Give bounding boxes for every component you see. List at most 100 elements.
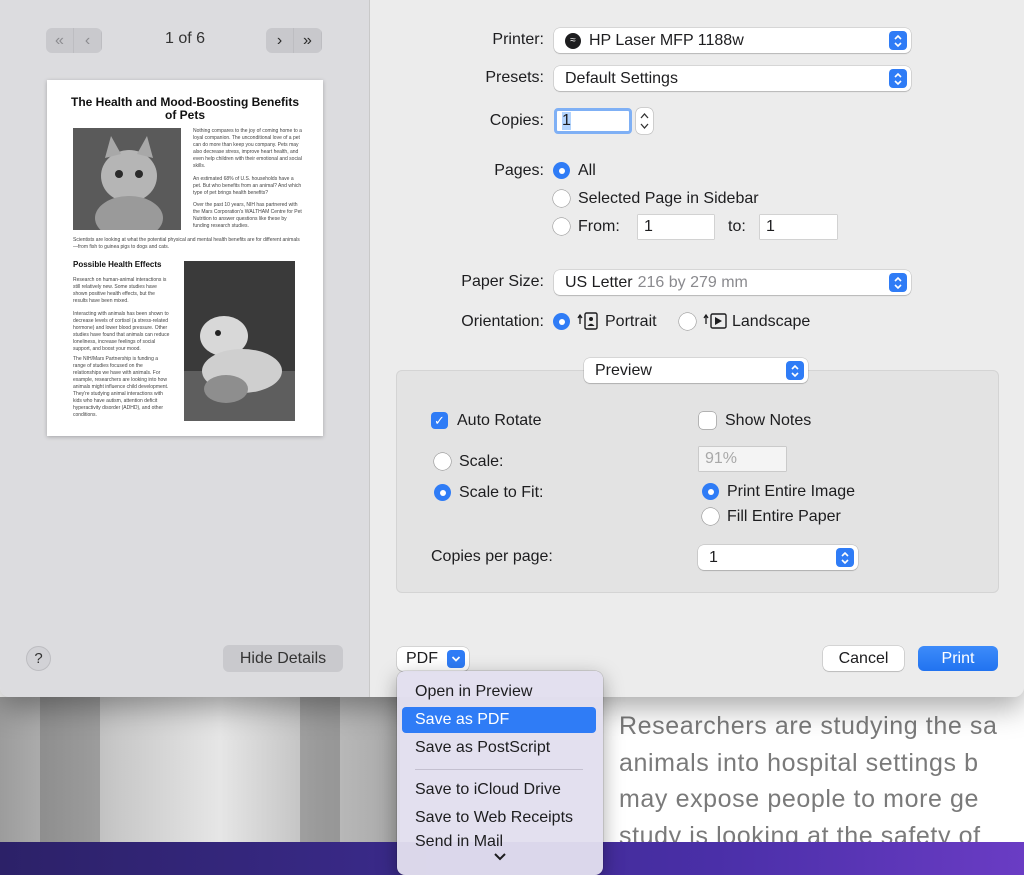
checkmark-icon: ✓ (434, 413, 445, 429)
cancel-button[interactable]: Cancel (823, 646, 904, 671)
pages-to-label: to: (728, 218, 746, 236)
double-chevron-left-icon: « (55, 32, 64, 50)
printer-label: Printer: (430, 31, 544, 49)
page-indicator: 1 of 6 (130, 30, 240, 48)
menu-item-save-as-pdf[interactable]: Save as PDF (402, 707, 596, 733)
chevron-down-icon (447, 650, 465, 668)
chevron-down-icon (493, 851, 507, 861)
page-nav-forward-group: › » (266, 28, 322, 53)
pages-all-radio[interactable] (553, 162, 570, 179)
presets-value: Default Settings (565, 70, 678, 88)
previous-page-button[interactable]: ‹ (74, 28, 102, 53)
first-page-button[interactable]: « (46, 28, 74, 53)
scale-to-fit-radio[interactable] (434, 484, 451, 501)
scroll-down-arrow[interactable] (397, 849, 603, 875)
background-text-line: animals into hospital settings b (619, 745, 1024, 782)
portrait-radio[interactable] (553, 313, 570, 330)
paper-size-label: Paper Size: (420, 273, 544, 291)
up-down-chevron-icon (836, 548, 854, 567)
auto-rotate-checkbox[interactable]: ✓ (431, 412, 448, 429)
preview-intro-text: Nothing compares to the joy of coming ho… (193, 128, 303, 170)
landscape-icon (703, 312, 727, 335)
presets-select[interactable]: Default Settings (554, 66, 911, 91)
orientation-label: Orientation: (420, 313, 544, 331)
page-nav-back-group: « ‹ (46, 28, 102, 53)
menu-item-save-to-web-receipts[interactable]: Save to Web Receipts (402, 805, 596, 831)
up-down-chevron-icon (786, 361, 804, 380)
question-mark-icon: ? (34, 650, 42, 667)
up-down-chevron-icon (889, 69, 907, 88)
up-down-chevron-icon (889, 273, 907, 292)
preview-research-text: Research on human-animal interactions is… (73, 277, 171, 305)
pages-from-label: From: (578, 218, 620, 236)
paper-size-select[interactable]: US Letter 216 by 279 mm (554, 270, 911, 295)
printer-select[interactable]: ≈ HP Laser MFP 1188w (554, 28, 911, 53)
portrait-icon (577, 312, 599, 335)
printer-status-icon: ≈ (565, 33, 581, 49)
print-dialog: « ‹ 1 of 6 › » The Health and Mood-Boost… (0, 0, 1024, 697)
menu-item-save-as-postscript[interactable]: Save as PostScript (402, 735, 596, 761)
paper-size-detail: 216 by 279 mm (638, 274, 748, 292)
preview-scientists-text: Scientists are looking at what the poten… (73, 237, 303, 251)
page-preview-thumbnail[interactable]: The Health and Mood-Boosting Benefits of… (47, 80, 323, 436)
copies-stepper[interactable] (636, 108, 653, 134)
help-button[interactable]: ? (26, 646, 51, 671)
double-chevron-right-icon: » (303, 32, 312, 50)
fill-entire-paper-radio[interactable] (702, 508, 719, 525)
menu-separator (415, 769, 583, 770)
chevron-left-icon: ‹ (85, 32, 90, 50)
copies-per-page-value: 1 (709, 549, 718, 567)
pages-label: Pages: (430, 162, 544, 180)
preview-sidebar: « ‹ 1 of 6 › » The Health and Mood-Boost… (0, 0, 370, 697)
last-page-button[interactable]: » (294, 28, 322, 53)
pdf-menu-button[interactable]: PDF (397, 647, 469, 671)
print-button[interactable]: Print (918, 646, 998, 671)
menu-item-send-in-mail[interactable]: Send in Mail (402, 833, 596, 849)
copies-per-page-label: Copies per page: (431, 548, 553, 566)
auto-rotate-label: Auto Rotate (457, 412, 542, 430)
pages-selected-radio[interactable] (553, 190, 570, 207)
pages-range-radio[interactable] (553, 218, 570, 235)
pages-to-input[interactable]: 1 (760, 215, 837, 239)
hide-details-button[interactable]: Hide Details (223, 645, 343, 672)
copies-label: Copies: (430, 112, 544, 130)
preview-page-title: The Health and Mood-Boosting Benefits of… (67, 96, 303, 122)
next-page-button[interactable]: › (266, 28, 294, 53)
presets-label: Presets: (430, 69, 544, 87)
paper-size-value: US Letter (565, 274, 633, 292)
section-select[interactable]: Preview (584, 358, 808, 383)
portrait-label: Portrait (605, 313, 657, 331)
pdf-label: PDF (406, 650, 438, 668)
up-down-chevron-icon (889, 31, 907, 50)
pdf-dropdown-menu: Open in Preview Save as PDF Save as Post… (397, 671, 603, 875)
background-text-line: Researchers are studying the sa (619, 708, 1024, 745)
scale-to-fit-label: Scale to Fit: (459, 484, 543, 502)
background-text: Researchers are studying the sa animals … (619, 708, 1024, 854)
cat-photo (73, 128, 181, 230)
stepper-arrows-icon (636, 108, 653, 134)
preview-section-heading: Possible Health Effects (73, 260, 161, 269)
scale-label: Scale: (459, 453, 503, 471)
preview-interacting-text: Interacting with animals has been shown … (73, 311, 171, 353)
copies-input[interactable]: 1 (554, 108, 632, 134)
landscape-label: Landscape (732, 313, 810, 331)
landscape-radio[interactable] (679, 313, 696, 330)
background-photo (0, 697, 400, 847)
copies-value: 1 (562, 112, 571, 130)
preview-partnership-text: The NIH/Mars Partnership is funding a ra… (73, 356, 171, 419)
chevron-right-icon: › (277, 32, 282, 50)
menu-item-open-in-preview[interactable]: Open in Preview (402, 679, 596, 705)
pages-selected-label: Selected Page in Sidebar (578, 190, 759, 208)
pages-all-label: All (578, 162, 596, 180)
printer-value: HP Laser MFP 1188w (589, 32, 744, 50)
pages-from-input[interactable]: 1 (638, 215, 714, 239)
dog-and-cat-photo (184, 261, 295, 421)
preview-partner-text: Over the past 10 years, NIH has partnere… (193, 202, 303, 230)
menu-item-save-to-icloud-drive[interactable]: Save to iCloud Drive (402, 777, 596, 803)
scale-input[interactable]: 91% (699, 447, 786, 471)
copies-per-page-select[interactable]: 1 (698, 545, 858, 570)
scale-radio[interactable] (434, 453, 451, 470)
preview-stat-text: An estimated 68% of U.S. households have… (193, 176, 303, 197)
show-notes-checkbox[interactable] (699, 412, 716, 429)
print-entire-image-radio[interactable] (702, 483, 719, 500)
